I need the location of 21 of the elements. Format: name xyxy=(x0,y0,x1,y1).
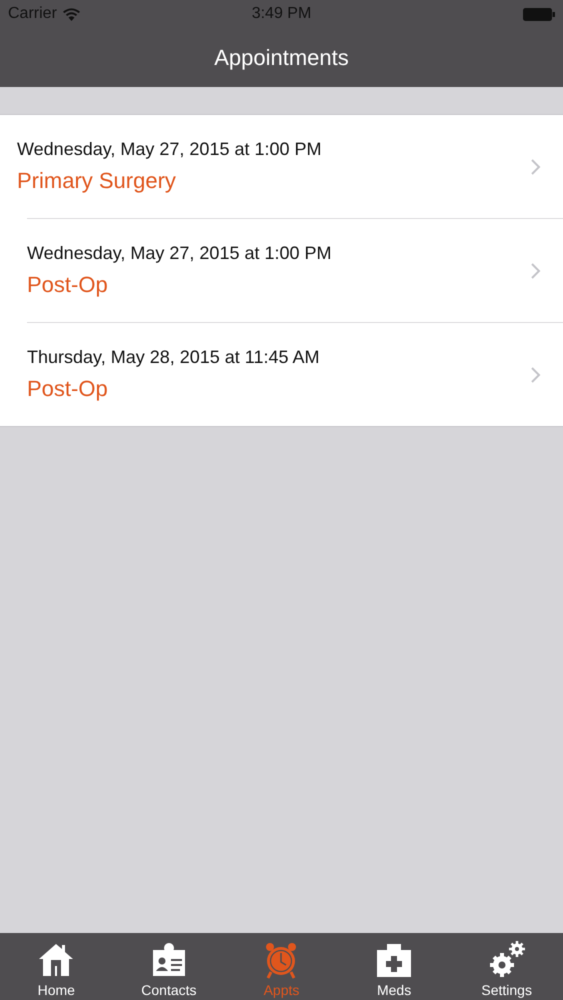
tab-bar-item[interactable]: Home xyxy=(0,933,113,1000)
battery-icon xyxy=(523,8,555,20)
appointment-row[interactable]: Wednesday, May 27, 2015 at 1:00 PM Post-Op xyxy=(27,218,563,322)
appointment-title: Primary Surgery xyxy=(17,168,176,194)
clock-time: 3:49 PM xyxy=(252,5,312,23)
tab-bar-item[interactable]: Settings xyxy=(450,933,563,1000)
appointment-datetime: Wednesday, May 27, 2015 at 1:00 PM xyxy=(27,243,332,264)
appointment-title: Post-Op xyxy=(27,376,108,402)
screen-title: Appointments xyxy=(214,44,349,70)
tab-bar-item[interactable]: Meds xyxy=(338,933,450,1000)
chevron-icon xyxy=(531,262,541,278)
appointment-datetime: Wednesday, May 27, 2015 at 1:00 PM xyxy=(17,139,322,160)
carrier-label: Carrier xyxy=(8,5,57,23)
chevron-icon xyxy=(531,366,541,382)
chevron-icon xyxy=(531,158,541,174)
wifi-icon xyxy=(62,8,80,20)
appointment-title: Post-Op xyxy=(27,272,108,298)
tab-bar-item[interactable]: Contacts xyxy=(112,933,226,1000)
appointment-datetime: Thursday, May 28, 2015 at 11:45 AM xyxy=(27,347,320,368)
appointment-row[interactable]: Thursday, May 28, 2015 at 11:45 AM Post-Op xyxy=(27,322,563,426)
appointment-row[interactable]: Wednesday, May 27, 2015 at 1:00 PM Primary Surgery xyxy=(0,115,563,218)
